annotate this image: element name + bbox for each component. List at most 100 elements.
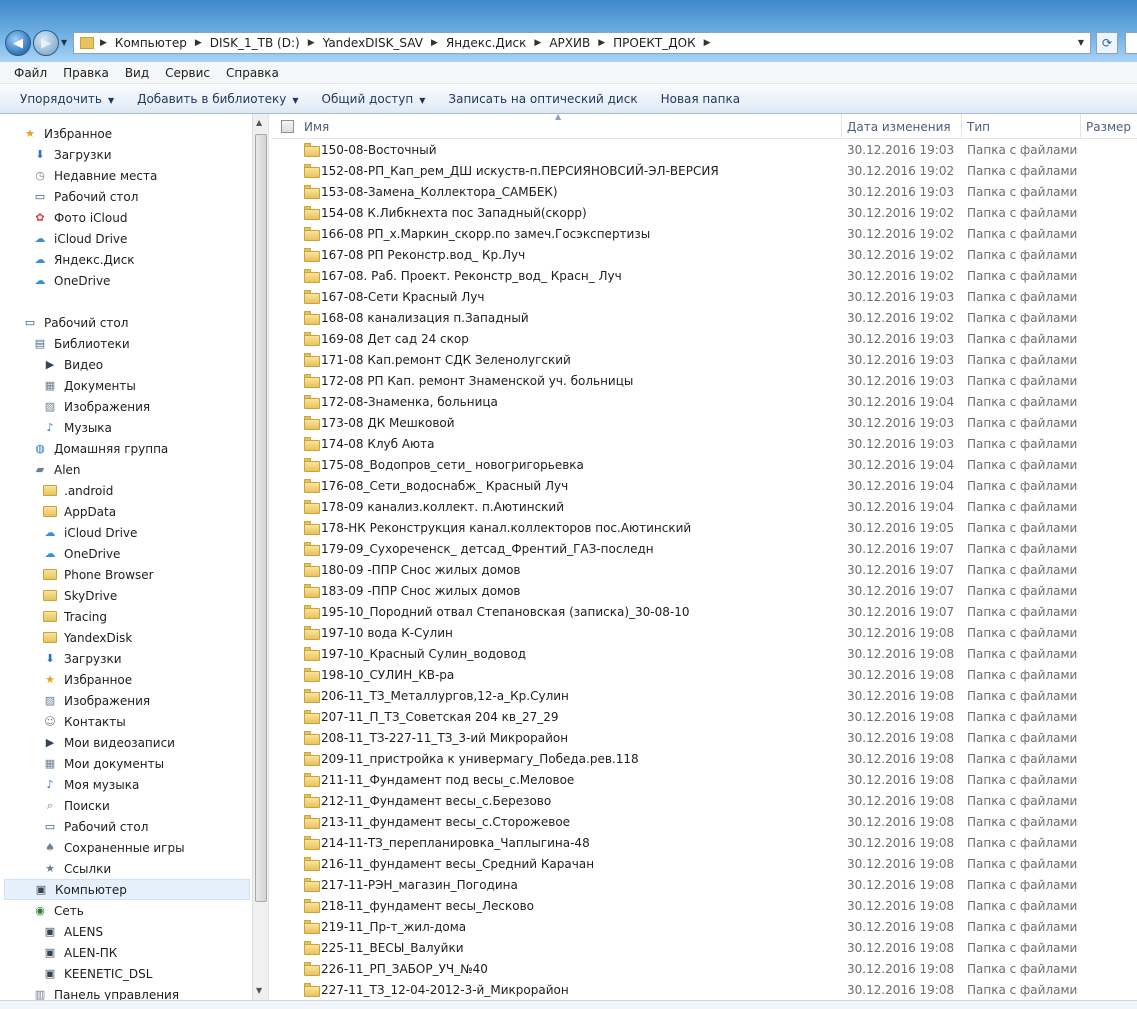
- scrollbar-thumb[interactable]: [255, 134, 267, 902]
- recent-pages-dropdown[interactable]: ▼: [61, 38, 67, 47]
- file-row[interactable]: 154-08 К.Либкнехта пос Западный(скорр) 30…: [271, 203, 1137, 224]
- file-row[interactable]: 219-11_Пр-т_жил-дома 30.12.2016 19:08 Папк…: [271, 917, 1137, 938]
- menu-tools[interactable]: Сервис: [157, 66, 218, 80]
- nav-item[interactable]: YandexDisk: [42, 627, 132, 648]
- file-row[interactable]: 153-08-Замена_Коллектора_САМБЕК) 30.12.20…: [271, 182, 1137, 203]
- breadcrumb-yandexdisk-sav[interactable]: YandexDISK_SAV: [323, 36, 423, 50]
- file-row[interactable]: 167-08. Раб. Проект. Реконстр_вод_ Красн…: [271, 266, 1137, 287]
- nav-item[interactable]: ◷ Недавние места: [32, 165, 157, 186]
- file-row[interactable]: 208-11_ТЗ-227-11_ТЗ_3-ий Микрорайон 30.12…: [271, 728, 1137, 749]
- breadcrumb-archive[interactable]: АРХИВ: [549, 36, 590, 50]
- file-row[interactable]: 214-11-ТЗ_перепланировка_Чаплыгина-48 30.…: [271, 833, 1137, 854]
- breadcrumb-computer[interactable]: Компьютер: [115, 36, 187, 50]
- file-row[interactable]: 227-11_ТЗ_12-04-2012-3-й_Микрорайон 30.12…: [271, 980, 1137, 1000]
- file-row[interactable]: 197-10_Красный Сулин_водовод 30.12.2016 1…: [271, 644, 1137, 665]
- nav-item[interactable]: ⌕ Поиски: [42, 795, 110, 816]
- nav-item[interactable]: ☁ OneDrive: [32, 270, 111, 291]
- address-bar[interactable]: ▶ Компьютер ▶ DISK_1_TB (D:) ▶ YandexDIS…: [73, 32, 1091, 54]
- file-row[interactable]: 172-08-Знаменка, больница 30.12.2016 19:0…: [271, 392, 1137, 413]
- file-row[interactable]: 209-11_пристройка к универмагу_Победа.ре…: [271, 749, 1137, 770]
- column-type[interactable]: Тип: [962, 114, 1081, 139]
- menu-view[interactable]: Вид: [117, 66, 157, 80]
- nav-item[interactable]: Tracing: [42, 606, 107, 627]
- crumb-separator[interactable]: ▶: [308, 38, 315, 48]
- nav-item[interactable]: SkyDrive: [42, 585, 117, 606]
- file-row[interactable]: 174-08 Клуб Аюта 30.12.2016 19:03 Папка с …: [271, 434, 1137, 455]
- nav-item[interactable]: ▣ KEENETIC_DSL: [42, 963, 153, 984]
- file-row[interactable]: 171-08 Кап.ремонт СДК Зеленолугский 30.12…: [271, 350, 1137, 371]
- nav-item[interactable]: ▦ Документы: [42, 375, 136, 396]
- file-row[interactable]: 213-11_фундамент весы_с.Сторожевое 30.12.…: [271, 812, 1137, 833]
- file-row[interactable]: 225-11_ВЕСЫ_Валуйки 30.12.2016 19:08 Папка…: [271, 938, 1137, 959]
- crumb-separator[interactable]: ▶: [195, 38, 202, 48]
- nav-item[interactable]: ▦ Мои документы: [42, 753, 164, 774]
- nav-item[interactable]: ▣ ALEN-ПК: [42, 942, 118, 963]
- select-all-checkbox[interactable]: [281, 120, 294, 133]
- nav-item[interactable]: ▨ Изображения: [42, 396, 150, 417]
- breadcrumb-project-doc[interactable]: ПРОЕКТ_ДОК: [613, 36, 695, 50]
- nav-item[interactable]: ♪ Музыка: [42, 417, 111, 438]
- organize-button[interactable]: Упорядочить ▼: [12, 92, 129, 106]
- file-row[interactable]: 211-11_Фундамент под весы_с.Меловое 30.12…: [271, 770, 1137, 791]
- breadcrumb-disk[interactable]: DISK_1_TB (D:): [210, 36, 300, 50]
- nav-item[interactable]: ♠ Сохраненные игры: [42, 837, 185, 858]
- nav-item[interactable]: ◉ Сеть: [32, 900, 84, 921]
- nav-item[interactable]: ▨ Изображения: [42, 690, 150, 711]
- nav-item[interactable]: ▤ Библиотеки: [32, 333, 130, 354]
- nav-item[interactable]: ◍ Домашняя группа: [32, 438, 168, 459]
- nav-item[interactable]: ☁ iCloud Drive: [42, 522, 138, 543]
- file-row[interactable]: 212-11_Фундамент весы_с.Березово 30.12.20…: [271, 791, 1137, 812]
- file-row[interactable]: 166-08 РП_х.Маркин_скорр.по замеч.Госэкс…: [271, 224, 1137, 245]
- crumb-separator[interactable]: ▶: [598, 38, 605, 48]
- file-row[interactable]: 179-09_Сухореченск_ детсад_Френтий_ГАЗ-п…: [271, 539, 1137, 560]
- file-row[interactable]: 178-09 канализ.коллект. п.Аютинский 30.12…: [271, 497, 1137, 518]
- nav-item[interactable]: ⬇ Загрузки: [32, 144, 111, 165]
- column-size[interactable]: Размер: [1081, 114, 1137, 139]
- nav-item[interactable]: ✿ Фото iCloud: [32, 207, 127, 228]
- nav-item[interactable]: ☁ iCloud Drive: [32, 228, 128, 249]
- nav-item[interactable]: ▶ Мои видеозаписи: [42, 732, 175, 753]
- search-input[interactable]: [1125, 32, 1137, 54]
- file-row[interactable]: 197-10 вода К-Сулин 30.12.2016 19:08 Папка…: [271, 623, 1137, 644]
- navigation-scrollbar[interactable]: ▲ ▼: [252, 114, 268, 1000]
- nav-item[interactable]: .android: [42, 480, 113, 501]
- file-row[interactable]: 172-08 РП Кап. ремонт Знаменской уч. бол…: [271, 371, 1137, 392]
- nav-item[interactable]: ★ Ссылки: [42, 858, 111, 879]
- add-to-library-button[interactable]: Добавить в библиотеку ▼: [129, 92, 313, 106]
- scroll-up-arrow[interactable]: ▲: [256, 118, 262, 127]
- new-folder-button[interactable]: Новая папка: [653, 92, 755, 106]
- address-history-dropdown[interactable]: ▼: [1078, 38, 1084, 47]
- forward-button[interactable]: ▶: [33, 30, 59, 56]
- file-row[interactable]: 176-08_Сети_водоснабж_ Красный Луч 30.12.…: [271, 476, 1137, 497]
- file-row[interactable]: 150-08-Восточный 30.12.2016 19:03 Папка с …: [271, 140, 1137, 161]
- file-row[interactable]: 168-08 канализация п.Западный 30.12.2016 …: [271, 308, 1137, 329]
- column-name[interactable]: Имя: [299, 114, 842, 139]
- file-row[interactable]: 216-11_фундамент весы_Средний Карачан 30.…: [271, 854, 1137, 875]
- scroll-down-arrow[interactable]: ▼: [256, 986, 262, 995]
- nav-item[interactable]: ▶ Видео: [42, 354, 103, 375]
- column-date[interactable]: Дата изменения: [842, 114, 962, 139]
- file-row[interactable]: 207-11_П_ТЗ_Советская 204 кв_27_29 30.12.…: [271, 707, 1137, 728]
- back-button[interactable]: ◀: [5, 30, 31, 56]
- nav-item[interactable]: ▣ ALENS: [42, 921, 103, 942]
- file-row[interactable]: 167-08-Сети Красный Луч 30.12.2016 19:03 П…: [271, 287, 1137, 308]
- refresh-button[interactable]: ⟳: [1096, 32, 1118, 54]
- nav-item[interactable]: ☁ Яндекс.Диск: [32, 249, 135, 270]
- file-row[interactable]: 169-08 Дет сад 24 скор 30.12.2016 19:03 Па…: [271, 329, 1137, 350]
- menu-edit[interactable]: Правка: [55, 66, 117, 80]
- nav-item[interactable]: ★ Избранное: [42, 669, 132, 690]
- file-row[interactable]: 195-10_Породний отвал Степановская (запи…: [271, 602, 1137, 623]
- nav-item[interactable]: ♪ Моя музыка: [42, 774, 139, 795]
- nav-item[interactable]: ☺ Контакты: [42, 711, 126, 732]
- file-row[interactable]: 180-09 -ППР Снос жилых домов 30.12.2016 1…: [271, 560, 1137, 581]
- nav-item[interactable]: ▰ Alen: [32, 459, 81, 480]
- file-row[interactable]: 198-10_СУЛИН_КВ-ра 30.12.2016 19:08 Папка …: [271, 665, 1137, 686]
- nav-item[interactable]: ▭ Рабочий стол: [32, 186, 139, 207]
- nav-item[interactable]: ▭ Рабочий стол: [42, 816, 149, 837]
- file-row[interactable]: 206-11_ТЗ_Металлургов,12-а_Кр.Сулин 30.12…: [271, 686, 1137, 707]
- crumb-separator[interactable]: ▶: [100, 38, 107, 48]
- share-button[interactable]: Общий доступ ▼: [314, 92, 441, 106]
- crumb-separator[interactable]: ▶: [704, 38, 711, 48]
- nav-item[interactable]: ▣ Компьютер: [4, 879, 250, 900]
- file-row[interactable]: 175-08_Водопров_сети_ новогригорьевка 30.…: [271, 455, 1137, 476]
